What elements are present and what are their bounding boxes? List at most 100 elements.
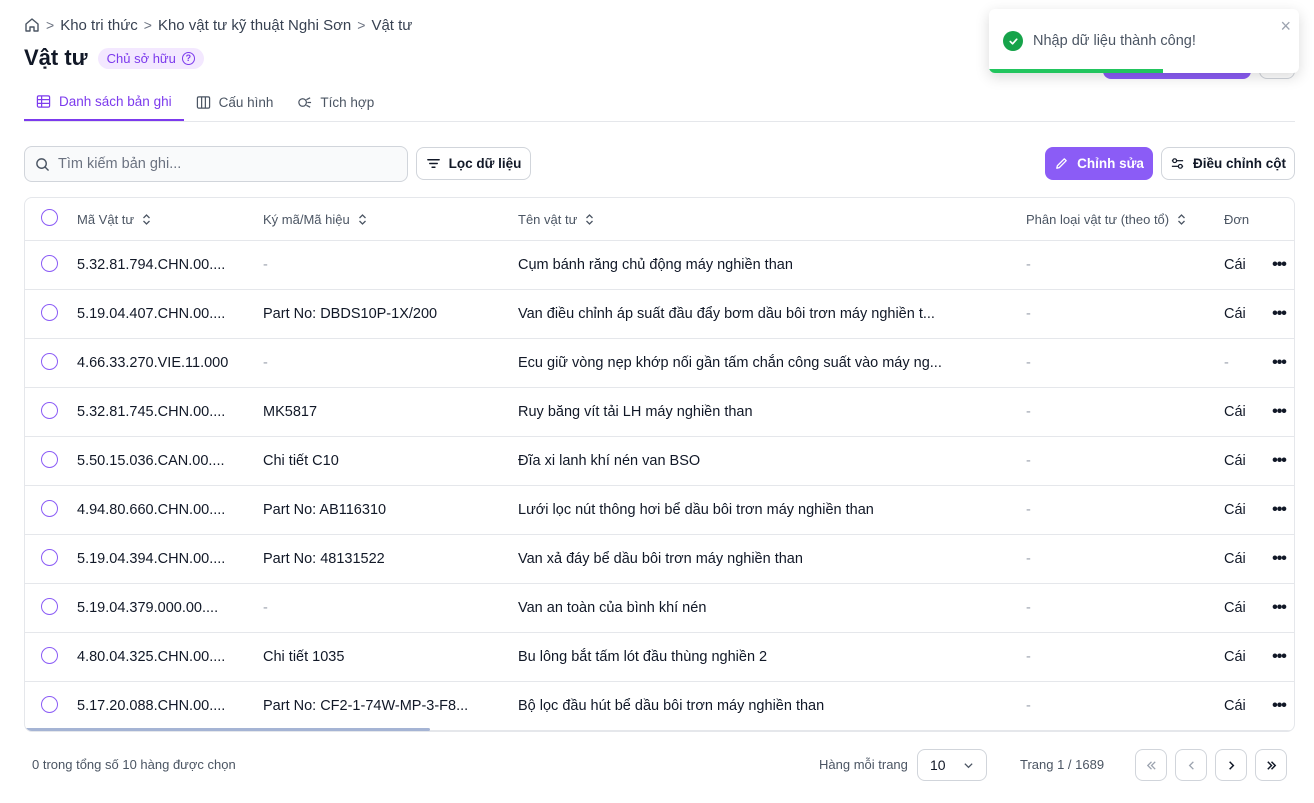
row-checkbox[interactable] xyxy=(41,450,58,468)
edit-button[interactable]: Chỉnh sửa xyxy=(1045,147,1153,180)
home-icon[interactable] xyxy=(24,17,40,33)
more-actions-icon[interactable]: ••• xyxy=(1272,257,1287,273)
more-actions-icon[interactable]: ••• xyxy=(1272,453,1287,469)
rows-per-page-value: 10 xyxy=(930,757,946,773)
more-actions-icon[interactable]: ••• xyxy=(1272,502,1287,518)
check-circle-icon xyxy=(1003,31,1023,51)
more-actions-icon[interactable]: ••• xyxy=(1272,306,1287,322)
adjust-columns-label: Điều chỉnh cột xyxy=(1192,156,1286,171)
cell-phan-loai: - xyxy=(1026,453,1031,469)
more-actions-icon[interactable]: ••• xyxy=(1272,355,1287,371)
rows-per-page-select[interactable]: 10 xyxy=(917,749,987,781)
more-actions-icon[interactable]: ••• xyxy=(1272,600,1287,616)
breadcrumb-separator: > xyxy=(46,17,55,33)
search-input[interactable] xyxy=(58,156,388,172)
breadcrumb: > Kho tri thức > Kho vật tư kỹ thuật Ngh… xyxy=(24,15,412,35)
row-checkbox[interactable] xyxy=(41,303,58,321)
table-row[interactable]: 4.66.33.270.VIE.11.000 - Ecu giữ vòng nẹp … xyxy=(25,339,1294,388)
filter-button[interactable]: Lọc dữ liệu xyxy=(416,147,531,180)
toast-message: Nhập dữ liệu thành công! xyxy=(1033,33,1196,49)
cell-phan-loai: - xyxy=(1026,649,1031,665)
owner-badge[interactable]: Chủ sở hữu ? xyxy=(97,47,204,69)
last-page-button[interactable] xyxy=(1255,749,1287,781)
column-header-ten-vat-tu[interactable]: Tên vật tư xyxy=(518,212,594,227)
tab-bar: Danh sách bản ghi Cấu hình Tích hợp xyxy=(24,84,1295,122)
cell-ma-vat-tu: 5.19.04.379.000.00.... xyxy=(77,600,219,616)
cell-ma-vat-tu: 5.32.81.794.CHN.00.... xyxy=(77,257,226,273)
table-row[interactable]: 4.94.80.660.CHN.00.... Part No: AB116310 L… xyxy=(25,486,1294,535)
column-header-ky-ma[interactable]: Ký mã/Mã hiệu xyxy=(263,212,367,227)
cell-phan-loai: - xyxy=(1026,551,1031,567)
tab-label: Danh sách bản ghi xyxy=(59,94,172,109)
row-checkbox[interactable] xyxy=(41,597,58,615)
cell-ten-vat-tu: Van điều chỉnh áp suất đầu đẩy bơm dầu b… xyxy=(518,306,935,322)
cell-ma-vat-tu: 4.66.33.270.VIE.11.000 xyxy=(77,355,229,371)
tab-configuration[interactable]: Cấu hình xyxy=(184,84,286,121)
cell-don: Cái xyxy=(1224,600,1246,616)
cell-ky-ma: MK5817 xyxy=(263,404,318,420)
table-row[interactable]: 4.80.04.325.CHN.00.... Chi tiết 1035 Bu lô… xyxy=(25,633,1294,682)
more-actions-icon[interactable]: ••• xyxy=(1272,649,1287,665)
cell-don: Cái xyxy=(1224,649,1246,665)
cell-ky-ma: Part No: CF2-1-74W-MP-3-F8... xyxy=(263,698,469,714)
close-icon[interactable]: × xyxy=(1280,17,1291,35)
page-info: Trang 1 / 1689 xyxy=(1020,757,1105,772)
table-row[interactable]: 5.32.81.745.CHN.00.... MK5817 Ruy băng vít… xyxy=(25,388,1294,437)
tab-record-list[interactable]: Danh sách bản ghi xyxy=(24,84,184,121)
more-actions-icon[interactable]: ••• xyxy=(1272,404,1287,420)
toast-progress-bar xyxy=(989,69,1163,73)
cell-phan-loai: - xyxy=(1026,600,1031,616)
tab-integration[interactable]: Tích hợp xyxy=(285,84,386,121)
cell-ten-vat-tu: Cụm bánh răng chủ động máy nghiền than xyxy=(518,257,793,273)
sort-icon xyxy=(586,213,594,225)
row-checkbox[interactable] xyxy=(41,401,58,419)
table-row[interactable]: 5.17.20.088.CHN.00.... Part No: CF2-1-74W… xyxy=(25,682,1294,731)
table-row[interactable]: 5.19.04.407.CHN.00.... Part No: DBDS10P-1… xyxy=(25,290,1294,339)
breadcrumb-item-kho-vat-tu[interactable]: Kho vật tư kỹ thuật Nghi Sơn xyxy=(158,17,351,34)
more-actions-icon[interactable]: ••• xyxy=(1272,698,1287,714)
cell-don: Cái xyxy=(1224,502,1246,518)
sliders-icon xyxy=(1171,158,1184,169)
column-header-ma-vat-tu[interactable]: Mã Vật tư xyxy=(77,212,151,227)
cell-don: Cái xyxy=(1224,257,1246,273)
table-row[interactable]: 5.19.04.379.000.00.... - Van an toàn của b… xyxy=(25,584,1294,633)
adjust-columns-button[interactable]: Điều chỉnh cột xyxy=(1161,147,1295,180)
owner-badge-label: Chủ sở hữu xyxy=(106,50,176,66)
cell-ten-vat-tu: Bộ lọc đầu hút bể dầu bôi trơn máy nghiề… xyxy=(518,698,825,714)
cell-ten-vat-tu: Lưới lọc nút thông hơi bể dầu bôi trơn m… xyxy=(518,502,874,518)
row-checkbox[interactable] xyxy=(41,352,58,370)
row-checkbox[interactable] xyxy=(41,548,58,566)
next-page-button[interactable] xyxy=(1215,749,1247,781)
cell-ma-vat-tu: 4.94.80.660.CHN.00.... xyxy=(77,502,226,518)
breadcrumb-item-current: Vật tư xyxy=(371,16,413,34)
row-checkbox[interactable] xyxy=(41,254,58,272)
page-title: Vật tư xyxy=(24,45,88,70)
breadcrumb-item-kho-tri-thuc[interactable]: Kho tri thức xyxy=(60,17,138,34)
cell-ten-vat-tu: Van an toàn của bình khí nén xyxy=(518,600,707,616)
more-actions-icon[interactable]: ••• xyxy=(1272,551,1287,567)
table-row[interactable]: 5.19.04.394.CHN.00.... Part No: 48131522 V… xyxy=(25,535,1294,584)
row-checkbox[interactable] xyxy=(41,695,58,713)
cell-don: Cái xyxy=(1224,698,1246,714)
integration-icon xyxy=(298,97,312,108)
horizontal-scrollbar[interactable] xyxy=(25,728,430,731)
row-checkbox[interactable] xyxy=(41,646,58,664)
cell-ten-vat-tu: Van xả đáy bể dầu bôi trơn máy nghiền th… xyxy=(518,551,803,567)
table-row[interactable]: 5.50.15.036.CAN.00.... Chi tiết C10 Đĩa xi… xyxy=(25,437,1294,486)
cell-ky-ma: - xyxy=(263,355,268,371)
first-page-button[interactable] xyxy=(1135,749,1167,781)
cell-ma-vat-tu: 4.80.04.325.CHN.00.... xyxy=(77,649,226,665)
prev-page-button[interactable] xyxy=(1175,749,1207,781)
cell-ma-vat-tu: 5.32.81.745.CHN.00.... xyxy=(77,404,226,420)
search-icon xyxy=(36,157,49,171)
column-header-don[interactable]: Đơn xyxy=(1224,212,1249,227)
select-all-checkbox[interactable] xyxy=(41,209,58,226)
edit-label: Chỉnh sửa xyxy=(1077,156,1144,171)
filter-icon xyxy=(426,159,440,168)
rows-per-page-label: Hàng mỗi trang xyxy=(819,757,908,772)
column-header-phan-loai[interactable]: Phân loại vật tư (theo tổ) xyxy=(1026,212,1186,227)
table-row[interactable]: 5.32.81.794.CHN.00.... - Cụm bánh răng chủ… xyxy=(25,241,1294,290)
cell-ky-ma: Chi tiết C10 xyxy=(263,453,339,469)
row-checkbox[interactable] xyxy=(41,499,58,517)
data-table: Mã Vật tư Ký mã/Mã hiệu Tên vật tư Phân … xyxy=(24,197,1295,732)
